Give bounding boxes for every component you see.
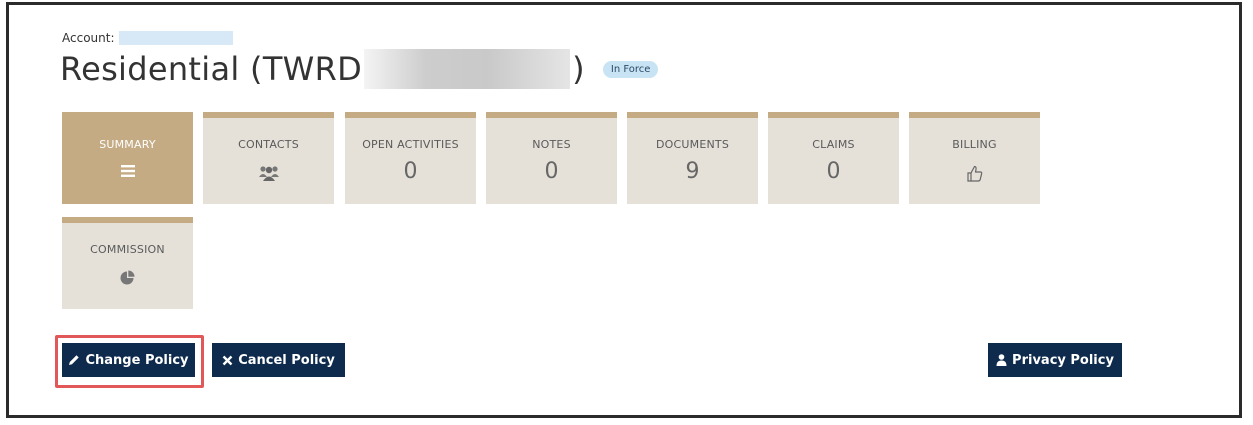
privacy-policy-label: Privacy Policy: [1012, 352, 1114, 368]
user-icon: [996, 354, 1007, 366]
change-policy-button[interactable]: Change Policy: [62, 343, 195, 377]
tile-count: 0: [544, 159, 559, 184]
tile-label: COMMISSION: [90, 243, 165, 256]
tile-label: NOTES: [532, 138, 571, 151]
status-badge: In Force: [602, 60, 659, 78]
cancel-policy-button[interactable]: Cancel Policy: [212, 343, 345, 377]
tile-count: 0: [826, 159, 841, 184]
tile-label: SUMMARY: [99, 138, 156, 151]
tile-label: DOCUMENTS: [655, 138, 730, 151]
menu-icon: [120, 165, 135, 177]
tile-label: CONTACTS: [238, 138, 299, 151]
privacy-policy-button[interactable]: Privacy Policy: [988, 343, 1122, 377]
account-redacted-value: [118, 31, 233, 45]
page-title: Residential (TWRD ) In Force: [60, 49, 659, 89]
tile-contacts[interactable]: CONTACTS: [203, 112, 334, 204]
pencil-icon: [68, 354, 80, 366]
account-row: Account:: [62, 31, 233, 45]
policy-title-suffix: ): [572, 50, 585, 88]
tile-notes[interactable]: NOTES 0: [486, 112, 617, 204]
cancel-policy-label: Cancel Policy: [238, 352, 335, 368]
policy-number-redacted: [364, 49, 571, 89]
change-policy-label: Change Policy: [85, 352, 189, 368]
tile-summary[interactable]: SUMMARY: [62, 112, 193, 204]
tile-label: CLAIMS: [812, 138, 855, 151]
tile-claims[interactable]: CLAIMS 0: [768, 112, 899, 204]
tile-billing[interactable]: BILLING: [909, 112, 1040, 204]
tile-count: 9: [685, 159, 700, 184]
tile-count: 0: [403, 159, 418, 184]
users-icon: [258, 166, 279, 181]
close-icon: [222, 355, 233, 366]
pie-chart-icon: [120, 270, 135, 285]
tile-label: OPEN ACTIVITIES: [362, 138, 459, 151]
tile-commission[interactable]: COMMISSION: [62, 217, 193, 309]
tile-documents[interactable]: DOCUMENTS 9: [627, 112, 758, 204]
tile-label: BILLING: [952, 138, 997, 151]
thumbs-up-icon: [966, 165, 982, 182]
account-label: Account:: [62, 31, 115, 45]
tile-open-activities[interactable]: OPEN ACTIVITIES 0: [345, 112, 476, 204]
policy-title-prefix: Residential (TWRD: [60, 50, 363, 88]
